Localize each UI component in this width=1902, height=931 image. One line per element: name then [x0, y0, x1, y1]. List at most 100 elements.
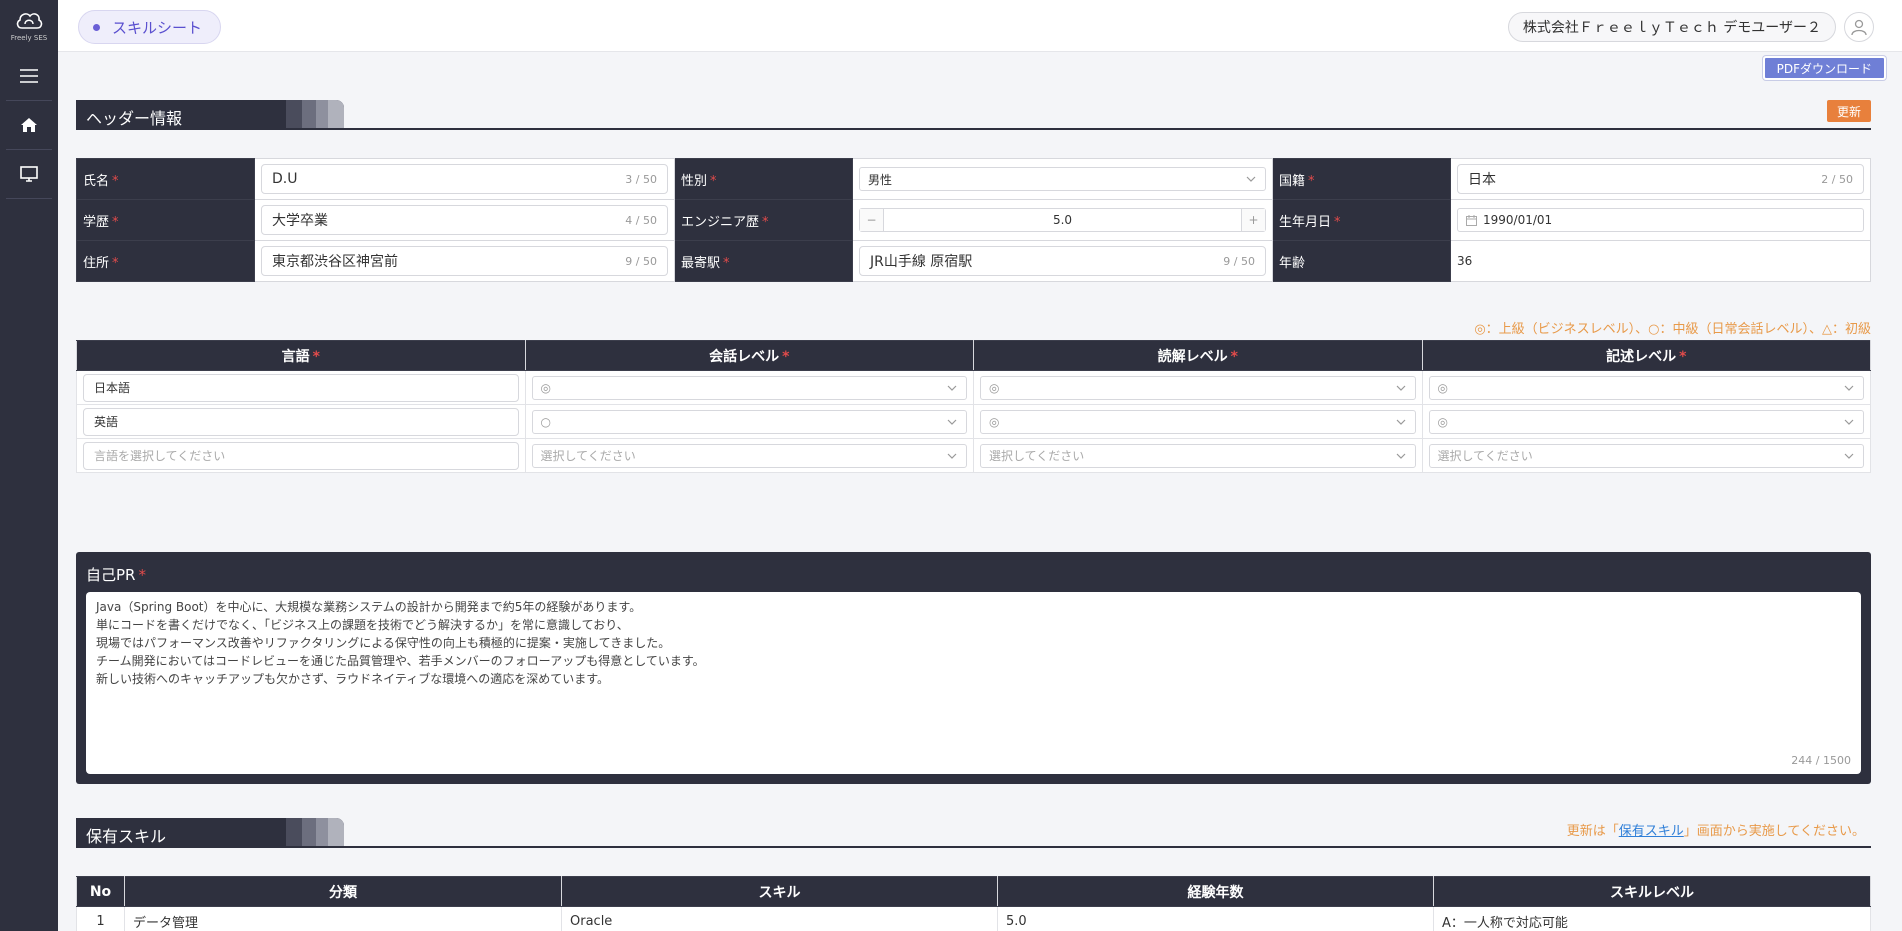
writing-level-select-new[interactable]: 選択してください — [1428, 443, 1864, 468]
writing-cell: 選択してください — [1421, 438, 1871, 473]
self-pr-count: 244 / 1500 — [1791, 754, 1851, 767]
engineer-years-stepper[interactable]: − 5.0 + — [859, 208, 1266, 232]
language-level-legend: ◎：上級（ビジネスレベル）、○：中級（日常会話レベル）、△：初級 — [1474, 322, 1871, 337]
skills-table: No 分類 スキル 経験年数 スキルレベル 1 データ管理 Oracle 5.0… — [76, 876, 1871, 931]
chevron-down-icon — [1395, 450, 1407, 462]
user-avatar[interactable] — [1844, 12, 1874, 42]
age-label: 年齢 — [1272, 240, 1451, 282]
language-input[interactable]: 英語 — [83, 407, 519, 436]
speaking-level-select-new[interactable]: 選択してください — [531, 443, 967, 468]
address-input[interactable]: 東京都渋谷区神宮前 9 / 50 — [261, 246, 668, 276]
sidebar: Freely SES — [0, 0, 58, 931]
app-logo[interactable]: Freely SES — [0, 0, 58, 52]
engineer-years-value[interactable]: 5.0 — [884, 209, 1241, 231]
education-input[interactable]: 大学卒業 4 / 50 — [261, 205, 668, 235]
nationality-cell: 日本 2 / 50 — [1450, 158, 1871, 200]
age-cell: 36 — [1450, 240, 1871, 282]
chevron-down-icon — [946, 416, 958, 428]
name-count: 3 / 50 — [625, 172, 657, 186]
section-underline — [76, 846, 1871, 848]
user-name-badge[interactable]: 株式会社ＦｒｅｅｌｙＴｅｃｈ デモユーザー２ — [1507, 12, 1836, 42]
language-row: 日本語 ◎ ◎ ◎ — [76, 370, 1871, 405]
reading-level-select[interactable]: ◎ — [980, 409, 1416, 434]
speaking-level-select[interactable]: ○ — [531, 409, 967, 434]
language-header: 言語 * — [76, 340, 526, 371]
section-underline — [76, 128, 1871, 130]
language-cell: 日本語 — [76, 370, 526, 405]
language-input-new[interactable]: 言語を選択してください — [83, 441, 519, 470]
top-bar: スキルシート 株式会社ＦｒｅｅｌｙＴｅｃｈ デモユーザー２ — [58, 0, 1902, 52]
section-title: 保有スキル — [86, 827, 167, 846]
name-label: 氏名 * — [76, 158, 255, 200]
no-header: No — [76, 876, 125, 907]
speaking-level-select[interactable]: ◎ — [531, 375, 967, 400]
page-title: スキルシート — [112, 18, 203, 37]
page-tab-skillsheet[interactable]: スキルシート — [78, 10, 222, 44]
reading-cell: ◎ — [973, 370, 1423, 405]
reading-cell: 選択してください — [973, 438, 1423, 473]
reading-level-select[interactable]: ◎ — [980, 375, 1416, 400]
cloud-logo-icon — [16, 13, 43, 29]
sidebar-item-monitor[interactable] — [0, 150, 58, 198]
gender-cell: 男性 — [852, 158, 1273, 200]
skills-note: 更新は「保有スキル」画面から実施してください。 — [1566, 824, 1865, 839]
engineer-years-cell: − 5.0 + — [852, 199, 1273, 241]
update-button[interactable]: 更新 — [1826, 100, 1871, 122]
reading-level-select-new[interactable]: 選択してください — [980, 443, 1416, 468]
speaking-cell: 選択してください — [524, 438, 974, 473]
section-tab: ヘッダー情報 — [76, 100, 344, 129]
pdf-download-button[interactable]: PDFダウンロード — [1762, 56, 1886, 80]
self-pr-line: 現場ではパフォーマンス改善やリファクタリングによる保守性の向上も積極的に提案・実… — [96, 636, 671, 650]
reading-cell: ◎ — [973, 404, 1423, 439]
language-cell: 英語 — [76, 404, 526, 439]
skill-header: スキル — [561, 876, 998, 907]
sidebar-divider — [6, 198, 52, 199]
name-input[interactable]: D.U 3 / 50 — [261, 164, 668, 194]
sidebar-item-home[interactable] — [0, 101, 58, 149]
home-icon — [21, 118, 37, 132]
header-info-table: 氏名 * D.U 3 / 50 性別 * 男性 国籍 * 日本 2 / 50 学歴 * 大学… — [76, 158, 1871, 282]
user-icon — [1851, 19, 1867, 36]
address-label: 住所 * — [76, 240, 255, 282]
self-pr-section: 自己PR * Java（Spring Boot）を中心に、大規模な業務システムの設… — [76, 552, 1871, 784]
chevron-down-icon — [1395, 382, 1407, 394]
language-row-new: 言語を選択してください 選択してください 選択してください 選択してください — [76, 438, 1871, 473]
education-cell: 大学卒業 4 / 50 — [254, 199, 675, 241]
section-header-info: ヘッダー情報 更新 — [76, 100, 1871, 130]
station-input[interactable]: JR山手線 原宿駅 9 / 50 — [859, 246, 1266, 276]
station-label: 最寄駅 * — [674, 240, 853, 282]
gender-select[interactable]: 男性 — [859, 167, 1266, 191]
writing-level-select[interactable]: ◎ — [1428, 409, 1864, 434]
self-pr-line: Java（Spring Boot）を中心に、大規模な業務システムの設計から開発ま… — [96, 600, 642, 614]
menu-toggle-button[interactable] — [0, 52, 58, 100]
tab-fade-4 — [328, 818, 344, 847]
address-count: 9 / 50 — [625, 254, 657, 268]
writing-level-select[interactable]: ◎ — [1428, 375, 1864, 400]
language-input[interactable]: 日本語 — [83, 373, 519, 402]
chevron-down-icon — [1245, 173, 1257, 185]
hamburger-icon — [20, 69, 38, 83]
engineer-years-label: エンジニア歴 * — [674, 199, 853, 241]
nationality-input[interactable]: 日本 2 / 50 — [1457, 164, 1864, 194]
birthday-label: 生年月日 * — [1272, 199, 1451, 241]
speaking-cell: ○ — [524, 404, 974, 439]
birthday-datepicker[interactable]: 1990/01/01 — [1457, 208, 1864, 232]
increment-button[interactable]: + — [1241, 209, 1265, 231]
category-cell: データ管理 — [124, 906, 562, 931]
writing-cell: ◎ — [1421, 370, 1871, 405]
active-dot-icon — [93, 23, 100, 31]
years-cell: 5.0 — [997, 906, 1434, 931]
speaking-cell: ◎ — [524, 370, 974, 405]
birthday-cell: 1990/01/01 — [1450, 199, 1871, 241]
skills-page-link[interactable]: 保有スキル — [1619, 824, 1684, 839]
self-pr-textarea[interactable]: Java（Spring Boot）を中心に、大規模な業務システムの設計から開発ま… — [86, 592, 1861, 774]
decrement-button[interactable]: − — [860, 209, 884, 231]
chevron-down-icon — [1843, 416, 1855, 428]
self-pr-title: 自己PR * — [86, 566, 146, 584]
address-cell: 東京都渋谷区神宮前 9 / 50 — [254, 240, 675, 282]
no-cell: 1 — [76, 906, 125, 931]
self-pr-line: 単にコードを書くだけでなく、「ビジネス上の課題を技術でどう解決するか」を常に意識… — [96, 618, 629, 632]
chevron-down-icon — [946, 382, 958, 394]
language-table: 言語 * 会話レベル * 読解レベル * 記述レベル * 日本語 ◎ ◎ ◎ 英語 ○ … — [76, 340, 1871, 473]
self-pr-line: チーム開発においてはコードレビューを通じた品質管理や、若手メンバーのフォローアッ… — [96, 654, 705, 668]
